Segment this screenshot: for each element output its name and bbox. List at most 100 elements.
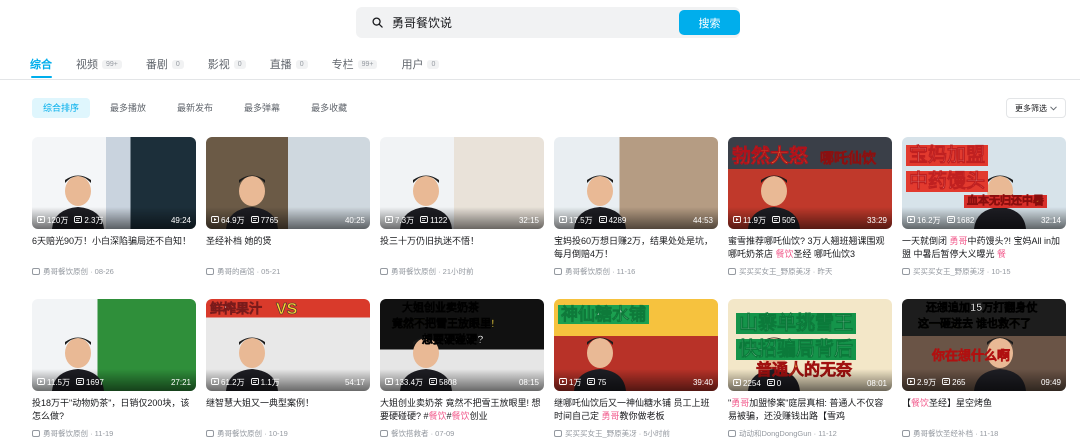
sort-option-2[interactable]: 最新发布 [166,98,224,118]
uploader-name[interactable]: 勇哥餐饮原创 [43,266,88,277]
video-card[interactable]: 山寨单挑雪王快招骗局背后普通人的无奈2254008:01 "勇哥加盟惨案"庭层真相… [728,299,892,445]
video-stats: 2254 0 08:01 [733,379,887,388]
uploader-name[interactable]: 买买买女王_野原美冴 [565,428,637,439]
video-title[interactable]: 继智慧大姐又一典型案例！ [206,397,370,423]
more-filter-button[interactable]: 更多筛选 [1006,98,1066,118]
uploader-name[interactable]: 餐饮搭救者 [391,428,429,439]
uploader-name[interactable]: 动动和DongDongGun [739,428,812,439]
video-thumbnail[interactable]: 神仙糖水铺 1万 75 39:40 [554,299,718,391]
chevron-down-icon [1050,104,1057,113]
video-thumbnail[interactable]: 64.9万 7765 40:25 [206,137,370,229]
video-title[interactable]: 【餐饮圣经】星空烤鱼 [902,397,1066,423]
video-card[interactable]: 鲜榨果汁 VS 61.2万 1.1万 54:17 继智慧大姐又一典型案例！ 勇哥餐饮原创 ·… [206,299,370,445]
video-title[interactable]: "勇哥加盟惨案"庭层真相: 普通人不仅容易被骗，还没赚钱出路【雪鸡 [728,397,892,423]
uploader-name[interactable]: 买买买女王_野原美冴 [913,266,985,277]
video-stats: 120万 2.3万 49:24 [37,215,191,226]
video-title[interactable]: 一天就倒闭 勇哥中药馒头?! 宝妈All in加盟 中暑后暂停大义曝光 餐 [902,235,1066,261]
video-card[interactable]: 17.5万 4289 44:53 宝妈投60万想日赚2万，结果处处是坑，每月倒赔4万！… [554,137,718,299]
video-thumbnail[interactable]: 17.5万 4289 44:53 [554,137,718,229]
video-duration: 08:15 [518,378,539,387]
video-stats: 1万 75 39:40 [559,377,713,388]
video-duration: 32:15 [518,216,539,225]
danmaku-count-icon [429,378,439,387]
publish-date: 11-18 [979,429,999,438]
video-card[interactable]: 宝妈加盟 中药馒头 血本无归还中暑 16.2万 1682 32:14 一天就倒闭 勇哥中药馒… [902,137,1066,299]
tab-1[interactable]: 视频 99+ [76,55,122,73]
thumbnail-caption: 中药馒头 [906,171,989,192]
tab-count-badge: 0 [427,59,440,69]
sort-option-4[interactable]: 最多收藏 [300,98,358,118]
tab-0[interactable]: 综合 [30,55,52,73]
video-card[interactable]: 11.5万 1697 27:21 投18万干"动物奶茶"，日销仅200块，该怎么做? 勇… [32,299,196,445]
sort-option-3[interactable]: 最多弹幕 [233,98,291,118]
title-text: 【 [902,398,912,408]
tab-6[interactable]: 用户 0 [401,55,440,73]
tab-5[interactable]: 专栏 99+ [332,55,378,73]
video-thumbnail[interactable]: 7.3万 1122 32:15 [380,137,544,229]
title-keyword-highlight: 勇哥 [949,236,968,246]
tab-2[interactable]: 番剧 0 [146,55,184,73]
video-card[interactable]: 7.3万 1122 32:15 投三十万仍旧执迷不悟！ 勇哥餐饮原创 · 21小时前 [380,137,544,299]
video-thumbnail[interactable]: 勃然大怒 哪吒仙饮 11.9万 505 33:29 [728,137,892,229]
video-card[interactable]: 神仙糖水铺 1万 75 39:40 继哪吒仙饮后又一神仙糖水铺 员工上班时间自己定 勇哥… [554,299,718,445]
play-count: 2254 [743,379,761,388]
thumbnail-caption: 山寨单挑雪王 [736,313,857,334]
tab-3[interactable]: 影视 0 [208,55,246,73]
video-card[interactable]: 大姐创业卖奶茶 竟然不把雪王放眼里! 想要硬碰硬? 133.4万 5808 08:15 大姐… [380,299,544,445]
video-card[interactable]: 还想追加15万打翻身仗 这一砸进去 谁也救不了 你在想什么啊 2.9万 265 09:49… [902,299,1066,445]
video-thumbnail[interactable]: 宝妈加盟 中药馒头 血本无归还中暑 16.2万 1682 32:14 [902,137,1066,229]
danmaku-count: 1697 [85,378,104,387]
video-thumbnail[interactable]: 大姐创业卖奶茶 竟然不把雪王放眼里! 想要硬碰硬? 133.4万 5808 08:15 [380,299,544,391]
play-count-icon [385,378,395,387]
tab-label: 影视 [207,59,230,71]
video-thumbnail[interactable]: 120万 2.3万 49:24 [32,137,196,229]
video-title[interactable]: 投三十万仍旧执迷不悟！ [380,235,544,261]
search-button[interactable]: 搜索 [679,10,740,35]
video-title[interactable]: 继哪吒仙饮后又一神仙糖水铺 员工上班时间自己定 勇哥教你做老板 [554,397,718,423]
video-thumbnail[interactable]: 还想追加15万打翻身仗 这一砸进去 谁也救不了 你在想什么啊 2.9万 265 09:49 [902,299,1066,391]
uploader-icon [902,268,910,275]
video-card[interactable]: 64.9万 7765 40:25 圣经补档 她的煲 勇哥的画馆 · 05-21 [206,137,370,299]
video-thumbnail[interactable]: 鲜榨果汁 VS 61.2万 1.1万 54:17 [206,299,370,391]
video-stats: 17.5万 4289 44:53 [559,215,713,226]
video-title[interactable]: 投18万干"动物奶茶"，日销仅200块，该怎么做? [32,397,196,423]
video-title[interactable]: 大姐创业卖奶茶 竟然不把雪王放眼里! 想要硬碰硬? #餐饮#餐饮创业 [380,397,544,423]
meta-separator: · [262,429,269,438]
active-tab-indicator [31,76,52,78]
video-title[interactable]: 宝妈投60万想日赚2万，结果处处是坑，每月倒赔4万！ [554,235,718,261]
more-filter-label: 更多筛选 [1015,103,1047,113]
play-count-icon [211,216,221,225]
video-card[interactable]: 勃然大怒 哪吒仙饮 11.9万 505 33:29 蜜雪推荐哪吒仙饮? 3万人翘班翘课围观… [728,137,892,299]
video-thumbnail[interactable]: 山寨单挑雪王快招骗局背后普通人的无奈2254008:01 [728,299,892,391]
play-count-icon [211,378,221,387]
uploader-name[interactable]: 买买买女王_野原美冴 [739,266,811,277]
video-title[interactable]: 6天赔光90万！小白深陷骗局还不自知！ [32,235,196,261]
title-keyword-highlight: 餐饮 [911,398,930,408]
tab-4[interactable]: 直播 0 [270,55,308,73]
video-thumbnail[interactable]: 11.5万 1697 27:21 [32,299,196,391]
uploader-name[interactable]: 勇哥餐饮原创 [391,266,436,277]
play-count: 120万 [47,216,69,225]
danmaku-count-icon [587,378,597,387]
sort-option-1[interactable]: 最多播放 [99,98,157,118]
meta-separator: · [811,429,819,438]
uploader-name[interactable]: 勇哥餐饮原创 [43,428,88,439]
video-title[interactable]: 蜜雪推荐哪吒仙饮? 3万人翘班翘课围观哪吒奶茶店 餐饮圣经 哪吒仙饮3 [728,235,892,261]
sort-option-0[interactable]: 综合排序 [32,98,91,118]
video-duration: 39:40 [692,378,713,387]
title-text: 创业 [469,411,488,421]
uploader-name[interactable]: 勇哥餐饮圣经补档 [913,428,973,439]
video-card[interactable]: 120万 2.3万 49:24 6天赔光90万！小白深陷骗局还不自知！ 勇哥餐饮原创 ·… [32,137,196,299]
thumbnail-caption: VS [276,301,298,318]
play-count: 64.9万 [221,216,245,225]
uploader-name[interactable]: 勇哥餐饮原创 [565,266,610,277]
video-title[interactable]: 圣经补档 她的煲 [206,235,370,261]
video-meta: 勇哥餐饮圣经补档 · 11-18 [902,428,1066,439]
uploader-name[interactable]: 勇哥餐饮原创 [217,428,262,439]
title-keyword-highlight: 勇哥 [601,411,620,421]
tabs-divider [0,79,1080,80]
tab-count-badge: 0 [171,59,184,69]
publish-date: 07-09 [435,429,455,438]
play-count-icon [37,216,47,225]
uploader-name[interactable]: 勇哥的画馆 [217,266,255,277]
